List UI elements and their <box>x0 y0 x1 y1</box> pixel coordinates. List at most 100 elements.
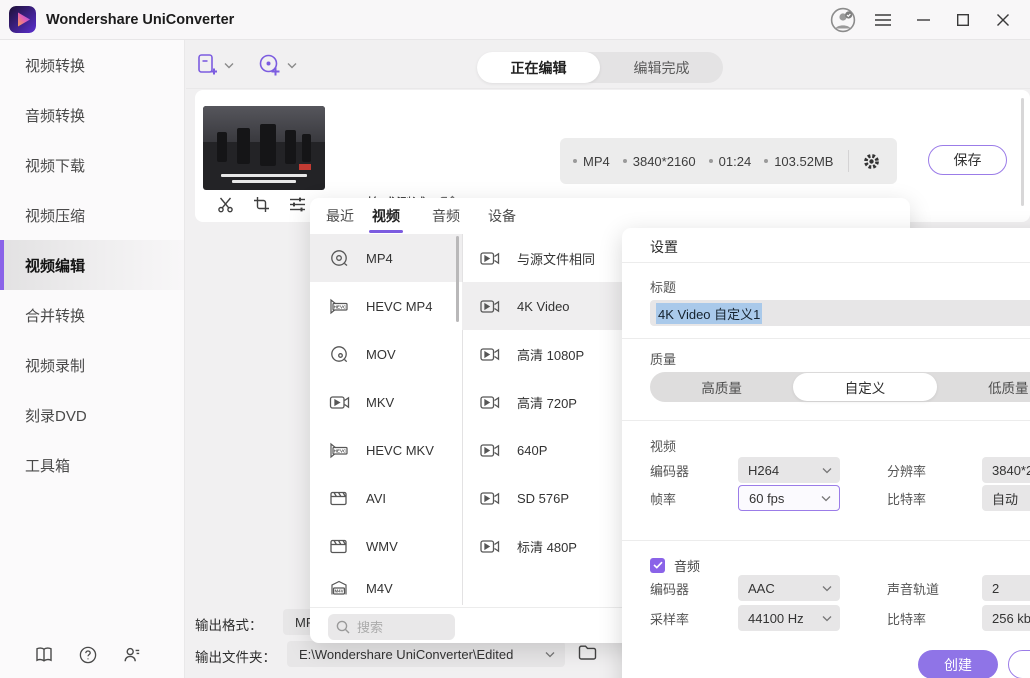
edit-status-tabs: 正在编辑 编辑完成 <box>477 52 723 83</box>
guide-book-icon[interactable] <box>35 646 53 664</box>
sidebar-item-toolbox[interactable]: 工具箱 <box>0 440 184 490</box>
format-item-hevc-mkv[interactable]: HEVC HEVC MKV <box>310 426 462 474</box>
preset-item-480p[interactable]: 标清 480P <box>462 522 622 570</box>
tab-edit-done[interactable]: 编辑完成 <box>600 52 723 83</box>
format-search[interactable] <box>328 614 455 640</box>
resolution-value[interactable]: 3840*2160 <box>982 457 1030 483</box>
preset-label: 4K Video <box>517 299 570 314</box>
format-item-wmv[interactable]: WMV <box>310 522 462 570</box>
chevron-down-icon <box>822 467 832 474</box>
preset-item-1080p[interactable]: 高清 1080P <box>462 330 622 378</box>
quality-high[interactable]: 高质量 <box>650 372 793 402</box>
format-list-scrollbar[interactable] <box>456 236 459 322</box>
check-icon <box>653 561 663 569</box>
video-bitrate-value[interactable]: 自动 <box>982 485 1030 511</box>
audio-row-1: 编码器 AAC 声音轨道 2 <box>650 575 1030 601</box>
browse-folder-icon[interactable] <box>578 644 597 661</box>
add-file-button[interactable] <box>197 53 234 77</box>
minimize-icon[interactable] <box>910 7 936 33</box>
search-input[interactable] <box>357 620 437 635</box>
channels-label: 声音轨道 <box>887 579 982 598</box>
sidebar-item-label: 合并转换 <box>25 305 85 326</box>
secondary-button-partial[interactable] <box>1008 650 1030 678</box>
sidebar-item-video-compress[interactable]: 视频压缩 <box>0 190 184 240</box>
video-thumbnail[interactable] <box>203 106 325 190</box>
preset-item-640p[interactable]: 640P <box>462 426 622 474</box>
account-avatar-icon[interactable] <box>830 7 856 33</box>
selected-indicator <box>0 240 4 290</box>
divider <box>622 338 1030 339</box>
effects-icon[interactable] <box>289 196 306 213</box>
audio-enabled-checkbox[interactable] <box>650 558 665 573</box>
samplerate-select[interactable]: 44100 Hz <box>738 605 840 631</box>
preset-name-input[interactable]: 4K Video 自定义1 <box>650 300 1030 326</box>
format-label: M4V <box>366 581 393 596</box>
sidebar-item-audio-convert[interactable]: 音频转换 <box>0 90 184 140</box>
framerate-value: 60 fps <box>749 491 784 506</box>
target-format: MP4 <box>573 154 610 169</box>
quality-low[interactable]: 低质量 <box>937 372 1030 402</box>
camcorder-icon <box>480 346 501 363</box>
quality-custom[interactable]: 自定义 <box>793 373 936 401</box>
sidebar-item-burn-dvd[interactable]: 刻录DVD <box>0 390 184 440</box>
video-encoder-select[interactable]: H264 <box>738 457 840 483</box>
camcorder-icon <box>480 442 501 459</box>
preset-label: 标清 480P <box>517 537 577 556</box>
tab-device[interactable]: 设备 <box>488 206 516 226</box>
add-file-icon <box>197 53 219 77</box>
output-folder-select[interactable]: E:\Wondershare UniConverter\Edited <box>287 641 565 667</box>
format-label: AVI <box>366 491 386 506</box>
format-item-mkv[interactable]: MKV <box>310 378 462 426</box>
sidebar-item-video-edit[interactable]: 视频编辑 <box>0 240 184 290</box>
create-button[interactable]: 创建 <box>918 650 998 678</box>
save-button[interactable]: 保存 <box>928 145 1007 175</box>
community-icon[interactable] <box>123 646 141 664</box>
close-icon[interactable] <box>990 7 1016 33</box>
sidebar-item-screen-record[interactable]: 视频录制 <box>0 340 184 390</box>
help-icon[interactable] <box>79 646 97 664</box>
sidebar-item-video-download[interactable]: 视频下载 <box>0 140 184 190</box>
app-title: Wondershare UniConverter <box>46 12 234 28</box>
format-item-mov[interactable]: MOV <box>310 330 462 378</box>
preset-item-sd-576p[interactable]: SD 576P <box>462 474 622 522</box>
preset-item-4k-video[interactable]: 4K Video <box>462 282 622 330</box>
task-list-scrollbar[interactable] <box>1021 98 1024 206</box>
thumbnail-art <box>302 134 311 162</box>
hevc-badge-icon: HEVC <box>329 297 351 316</box>
format-label: HEVC MP4 <box>366 299 432 314</box>
tab-video[interactable]: 视频 <box>372 206 400 226</box>
format-item-m4v[interactable]: M4V M4V <box>310 570 462 607</box>
thumbnail-subtitle <box>232 180 296 183</box>
audio-encoder-select[interactable]: AAC <box>738 575 840 601</box>
maximize-icon[interactable] <box>950 7 976 33</box>
trim-icon[interactable] <box>217 196 234 213</box>
framerate-select[interactable]: 60 fps <box>738 485 840 511</box>
sidebar-item-video-convert[interactable]: 视频转换 <box>0 40 184 90</box>
m4v-badge-icon: M4V <box>329 579 351 598</box>
thumbnail-art <box>285 130 296 164</box>
channels-value[interactable]: 2 <box>982 575 1030 601</box>
crop-icon[interactable] <box>253 196 270 213</box>
format-item-hevc-mp4[interactable]: HEVC HEVC MP4 <box>310 282 462 330</box>
preset-label: 高清 1080P <box>517 345 584 364</box>
output-settings-gear-icon[interactable] <box>862 152 881 171</box>
format-item-avi[interactable]: AVI <box>310 474 462 522</box>
format-label: MP4 <box>366 251 393 266</box>
add-preset-button[interactable] <box>258 53 297 77</box>
tab-editing[interactable]: 正在编辑 <box>477 52 600 83</box>
menu-icon[interactable] <box>870 7 896 33</box>
audio-bitrate-value[interactable]: 256 kbps <box>982 605 1030 631</box>
svg-text:HEVC: HEVC <box>334 448 347 453</box>
target-size: 103.52MB <box>764 154 833 169</box>
tab-recent[interactable]: 最近 <box>326 206 354 226</box>
format-label: MKV <box>366 395 394 410</box>
sidebar-item-merge-convert[interactable]: 合并转换 <box>0 290 184 340</box>
hevc-badge-icon: HEVC <box>329 441 351 460</box>
tab-audio[interactable]: 音频 <box>432 206 460 226</box>
preset-item-720p[interactable]: 高清 720P <box>462 378 622 426</box>
disc-icon <box>329 345 351 364</box>
format-item-mp4[interactable]: MP4 <box>310 234 462 282</box>
preset-item-same-as-source[interactable]: 与源文件相同 <box>462 234 622 282</box>
output-folder-label: 输出文件夹： <box>195 646 276 666</box>
encoder-label: 编码器 <box>650 461 738 480</box>
